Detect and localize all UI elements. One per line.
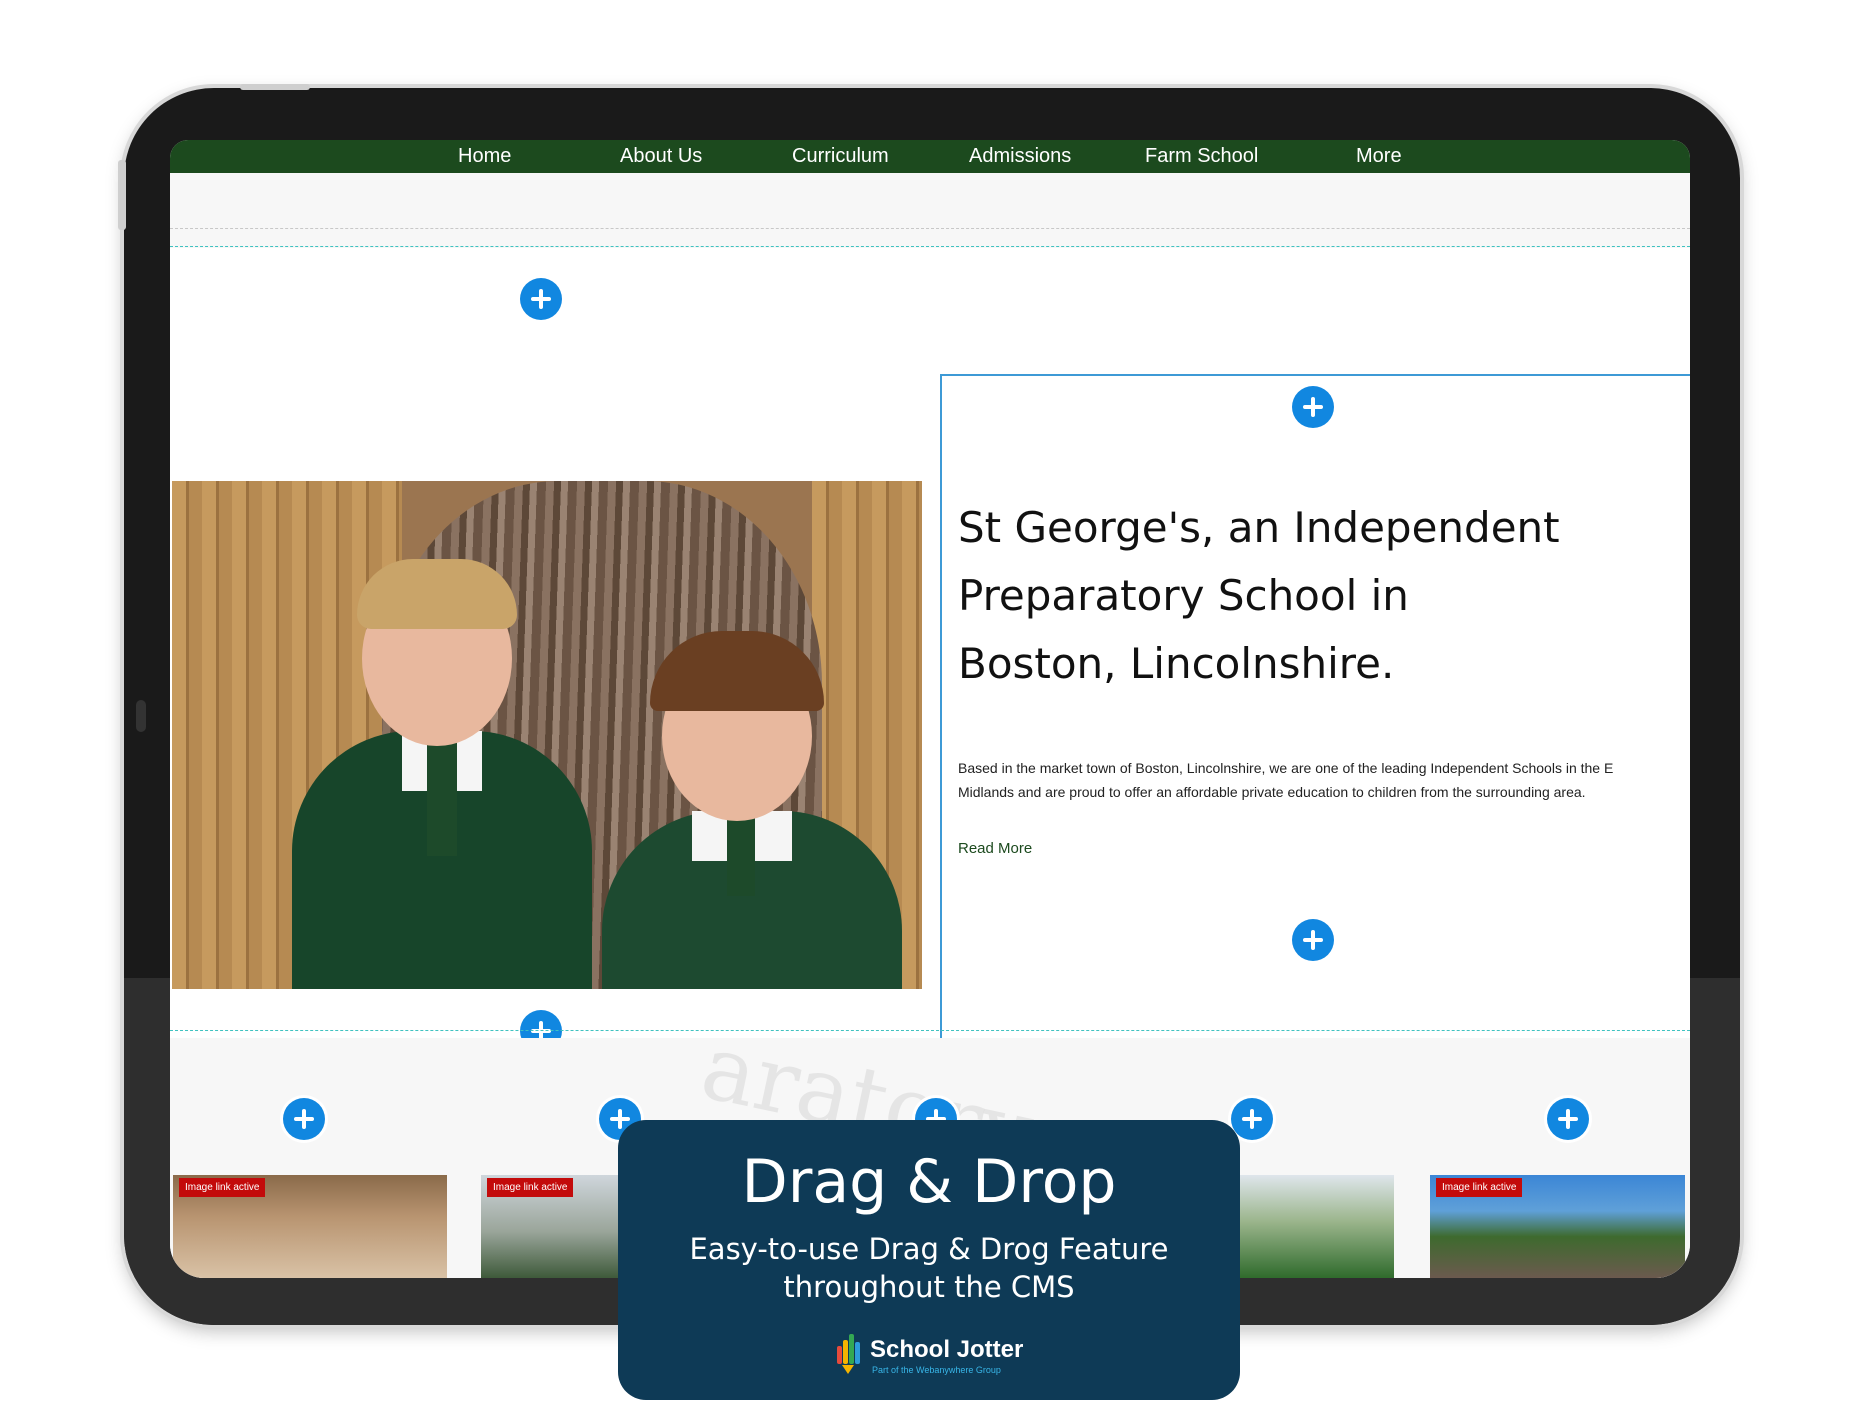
hero-photo bbox=[172, 481, 922, 989]
nav-admissions[interactable]: Admissions bbox=[969, 142, 1071, 170]
image-link-badge: Image link active bbox=[487, 1178, 574, 1197]
hero-body-text: Based in the market town of Boston, Linc… bbox=[958, 760, 1614, 800]
section-divider bbox=[170, 228, 1690, 229]
image-link-thumbnail[interactable]: Image link active bbox=[1430, 1175, 1685, 1278]
boy-tie bbox=[427, 736, 457, 856]
main-navbar: Home About Us Curriculum Admissions Farm… bbox=[170, 140, 1690, 173]
image-link-badge: Image link active bbox=[179, 1178, 266, 1197]
tablet-side-button bbox=[118, 160, 126, 230]
add-block-icon[interactable] bbox=[1547, 1098, 1589, 1140]
section-guide-bottom bbox=[170, 1030, 1690, 1031]
promo-title: Drag & Drop bbox=[741, 1147, 1117, 1217]
nav-curriculum[interactable]: Curriculum bbox=[792, 142, 889, 170]
promo-card: Drag & Drop Easy-to-use Drag & Drog Feat… bbox=[618, 1120, 1240, 1400]
school-jotter-logo-icon bbox=[837, 1334, 860, 1374]
promo-subtitle: Easy-to-use Drag & Drog Feature througho… bbox=[689, 1232, 1169, 1304]
girl-tie bbox=[727, 816, 755, 896]
nav-farm-school[interactable]: Farm School bbox=[1145, 142, 1258, 170]
section-guide-top bbox=[170, 246, 1690, 247]
add-block-icon[interactable] bbox=[1292, 919, 1334, 961]
image-link-badge: Image link active bbox=[1436, 1178, 1523, 1197]
brand-tagline: Part of the Webanywhere Group bbox=[872, 1365, 1001, 1375]
nav-home[interactable]: Home bbox=[458, 142, 511, 170]
read-more-link[interactable]: Read More bbox=[958, 840, 1032, 857]
image-link-thumbnail[interactable]: Image link active bbox=[481, 1175, 641, 1278]
add-block-icon[interactable] bbox=[1292, 386, 1334, 428]
image-link-thumbnail[interactable]: Image link active bbox=[173, 1175, 447, 1278]
nav-more[interactable]: More bbox=[1356, 142, 1402, 170]
tablet-top-button bbox=[240, 84, 310, 90]
hero-section: St George's, an Independent Preparatory … bbox=[170, 248, 1690, 1090]
school-jotter-logo: School Jotter Part of the Webanywhere Gr… bbox=[836, 1334, 1046, 1382]
hero-text-panel[interactable]: St George's, an Independent Preparatory … bbox=[940, 374, 1690, 1090]
add-block-icon[interactable] bbox=[283, 1098, 325, 1140]
top-spacer-section bbox=[170, 173, 1690, 230]
tablet-camera bbox=[136, 700, 146, 732]
add-block-icon[interactable] bbox=[1231, 1098, 1273, 1140]
hero-headline: St George's, an Independent Preparatory … bbox=[958, 503, 1560, 688]
boy-hair bbox=[357, 559, 517, 629]
image-link-thumbnail[interactable] bbox=[1238, 1175, 1394, 1278]
browser-screen: Home About Us Curriculum Admissions Farm… bbox=[170, 140, 1690, 1278]
nav-about-us[interactable]: About Us bbox=[620, 142, 702, 170]
brand-name: School Jotter bbox=[870, 1336, 1024, 1363]
add-block-icon[interactable] bbox=[520, 278, 562, 320]
